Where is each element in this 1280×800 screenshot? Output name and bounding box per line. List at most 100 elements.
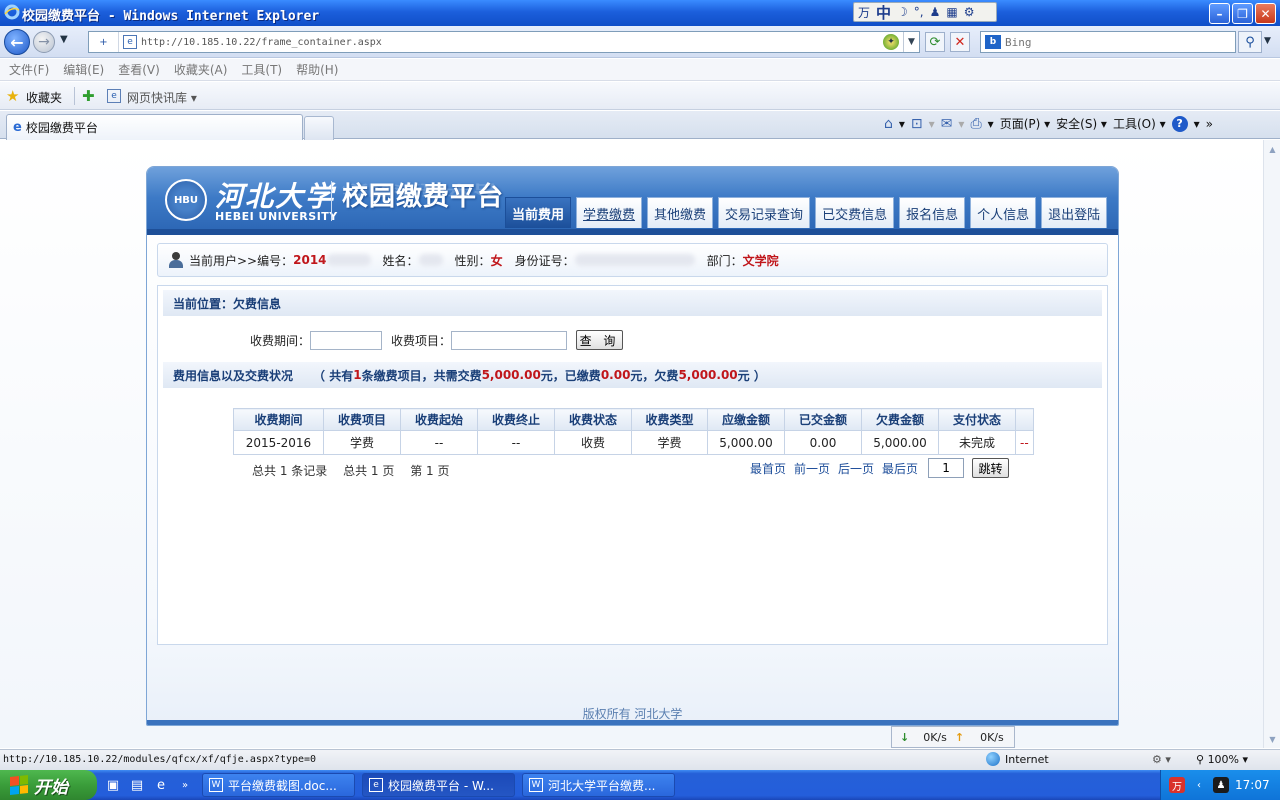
last-page-link[interactable]: 最后页 — [882, 460, 918, 477]
home-dropdown-icon[interactable]: ▾ — [899, 117, 905, 131]
close-button[interactable]: ✕ — [1255, 3, 1276, 24]
search-box[interactable]: b — [980, 31, 1236, 53]
taskbar-item-word2[interactable]: W 河北大学平台缴费... — [522, 773, 675, 797]
nav-current-fees[interactable]: 当前费用 — [505, 197, 572, 228]
help-dropdown-icon[interactable]: ▾ — [1194, 117, 1200, 131]
address-url[interactable]: http://10.185.10.22/frame_container.aspx — [141, 37, 883, 48]
menu-tools[interactable]: 工具(T) — [241, 61, 282, 78]
tray-expand-icon[interactable]: ‹ — [1191, 777, 1207, 793]
media-player-icon[interactable]: ▤ — [128, 776, 146, 794]
menu-help[interactable]: 帮助(H) — [296, 61, 338, 78]
network-speed-widget[interactable]: ↓ 0K/s ↑ 0K/s — [891, 726, 1015, 748]
settings-icon[interactable]: ⚙ — [964, 5, 975, 19]
period-input[interactable] — [310, 330, 383, 350]
university-name-cn: 河北大学 — [215, 180, 336, 213]
first-page-link[interactable]: 最首页 — [750, 460, 786, 477]
user-icon[interactable]: ♟ — [930, 5, 941, 19]
stop-button[interactable]: ✕ — [950, 32, 970, 52]
quick-launch-more-icon[interactable]: » — [176, 776, 194, 794]
page-number-input[interactable] — [928, 458, 965, 478]
security-zone[interactable]: Internet — [986, 752, 1049, 766]
zoom-level[interactable]: ⚲ 100% ▾ — [1196, 753, 1248, 766]
feeds-icon[interactable]: ⊡ — [911, 116, 923, 132]
menu-file[interactable]: 文件(F) — [9, 61, 49, 78]
home-icon[interactable]: ⌂ — [884, 116, 893, 132]
query-button[interactable]: 查 询 — [576, 330, 624, 350]
maximize-button[interactable]: ❐ — [1232, 3, 1253, 24]
safety-menu-button[interactable]: 安全(S) ▾ — [1056, 115, 1107, 132]
nav-personal-info[interactable]: 个人信息 — [970, 197, 1037, 228]
help-icon[interactable]: ? — [1171, 115, 1188, 132]
summary-paid: 0.00 — [600, 368, 631, 382]
address-bar[interactable]: + e http://10.185.10.22/frame_container.… — [88, 31, 920, 53]
start-button[interactable]: 开始 — [0, 770, 97, 800]
nav-paid-info[interactable]: 已交费信息 — [815, 197, 895, 228]
menu-favorites[interactable]: 收藏夹(A) — [174, 61, 228, 78]
nav-tuition-payment[interactable]: 学费缴费 — [576, 197, 643, 228]
print-icon[interactable]: ⎙ — [970, 116, 981, 132]
summary-text4: 元 ） — [737, 368, 766, 383]
item-input[interactable] — [451, 330, 568, 350]
add-tab-icon[interactable]: + — [89, 32, 119, 52]
mail-dropdown-icon[interactable]: ▾ — [958, 117, 964, 131]
show-desktop-icon[interactable]: ▣ — [104, 776, 122, 794]
col-period: 收费期间 — [233, 408, 324, 431]
pager-controls: 最首页 前一页 后一页 最后页 跳转 — [750, 458, 1010, 478]
qq-icon[interactable]: ♟ — [1213, 777, 1229, 793]
minimize-button[interactable]: – — [1209, 3, 1230, 24]
favorites-star-icon[interactable]: ★ — [6, 87, 19, 105]
mail-icon[interactable]: ✉ — [941, 116, 953, 132]
clock[interactable]: 17:07 — [1235, 778, 1270, 792]
keyboard-icon[interactable]: ▦ — [946, 5, 957, 19]
forward-button[interactable]: → — [33, 31, 55, 53]
favorites-button[interactable]: 收藏夹 — [26, 89, 62, 106]
history-dropdown-icon[interactable]: ▼ — [60, 34, 68, 45]
ime-tray-icon[interactable]: 万 — [1169, 777, 1185, 793]
new-tab-button[interactable] — [304, 116, 334, 140]
cell-action[interactable]: -- — [1015, 430, 1034, 455]
windows-taskbar: 开始 ▣ ▤ e » W 平台缴费截图.doc... e 校园缴费平台 - W.… — [0, 770, 1280, 800]
moon-icon[interactable]: ☽ — [897, 5, 908, 19]
search-icon[interactable]: ⚲ — [1238, 31, 1262, 53]
print-dropdown-icon[interactable]: ▾ — [988, 117, 994, 131]
nav-registration-info[interactable]: 报名信息 — [899, 197, 966, 228]
taskbar-item-word[interactable]: W 平台缴费截图.doc... — [202, 773, 355, 797]
jump-button[interactable]: 跳转 — [972, 458, 1010, 478]
ie-quick-icon[interactable]: e — [152, 776, 170, 794]
compatibility-view-icon[interactable]: ✦ — [883, 34, 899, 50]
scroll-down-icon[interactable]: ▼ — [1266, 732, 1279, 746]
address-dropdown-icon[interactable]: ▼ — [903, 32, 919, 52]
ime-punct-label[interactable]: °, — [914, 5, 924, 19]
ime-toolbar[interactable]: 万 中 ☽ °, ♟ ▦ ⚙ — [853, 2, 997, 22]
refresh-button[interactable]: ⟳ — [925, 32, 945, 52]
nav-transaction-query[interactable]: 交易记录查询 — [718, 197, 811, 228]
nav-other-payment[interactable]: 其他缴费 — [647, 197, 714, 228]
ie-task-icon: e — [369, 778, 383, 792]
menu-view[interactable]: 查看(V) — [118, 61, 160, 78]
window-title-bar[interactable]: 校园缴费平台 - Windows Internet Explorer 万 中 ☽… — [0, 0, 1280, 26]
tab-label: 校园缴费平台 — [25, 121, 98, 135]
nav-logout[interactable]: 退出登陆 — [1041, 197, 1108, 228]
taskbar-item-ie[interactable]: e 校园缴费平台 - W... — [362, 773, 515, 797]
ime-mode-label[interactable]: 中 — [876, 2, 891, 23]
add-favorite-icon[interactable]: ✚ — [82, 87, 95, 105]
vertical-scrollbar[interactable]: ▲ ▼ — [1263, 140, 1280, 748]
scroll-up-icon[interactable]: ▲ — [1266, 142, 1279, 156]
feeds-dropdown-icon[interactable]: ▾ — [929, 117, 935, 131]
search-input[interactable] — [1005, 35, 1205, 49]
user-idcard-label: 身份证号： — [514, 253, 575, 268]
col-start: 收费起始 — [400, 408, 478, 431]
search-options-dropdown-icon[interactable]: ▼ — [1264, 36, 1271, 46]
web-slice-gallery-link[interactable]: 网页快讯库 ▾ — [127, 89, 197, 106]
prev-page-link[interactable]: 前一页 — [794, 460, 830, 477]
back-button[interactable]: ← — [4, 29, 30, 55]
tools-menu-button[interactable]: 工具(O) ▾ — [1113, 115, 1166, 132]
next-page-link[interactable]: 后一页 — [838, 460, 874, 477]
menu-edit[interactable]: 编辑(E) — [63, 61, 104, 78]
page-icon: e — [123, 35, 137, 49]
protected-mode-icon[interactable]: ⚙ ▾ — [1152, 753, 1171, 766]
tab-campus-payment[interactable]: e 校园缴费平台 — [6, 114, 303, 140]
more-commands-icon[interactable]: » — [1206, 117, 1213, 131]
page-menu-button[interactable]: 页面(P) ▾ — [1000, 115, 1050, 132]
system-tray: 万 ‹ ♟ 17:07 — [1160, 770, 1280, 800]
